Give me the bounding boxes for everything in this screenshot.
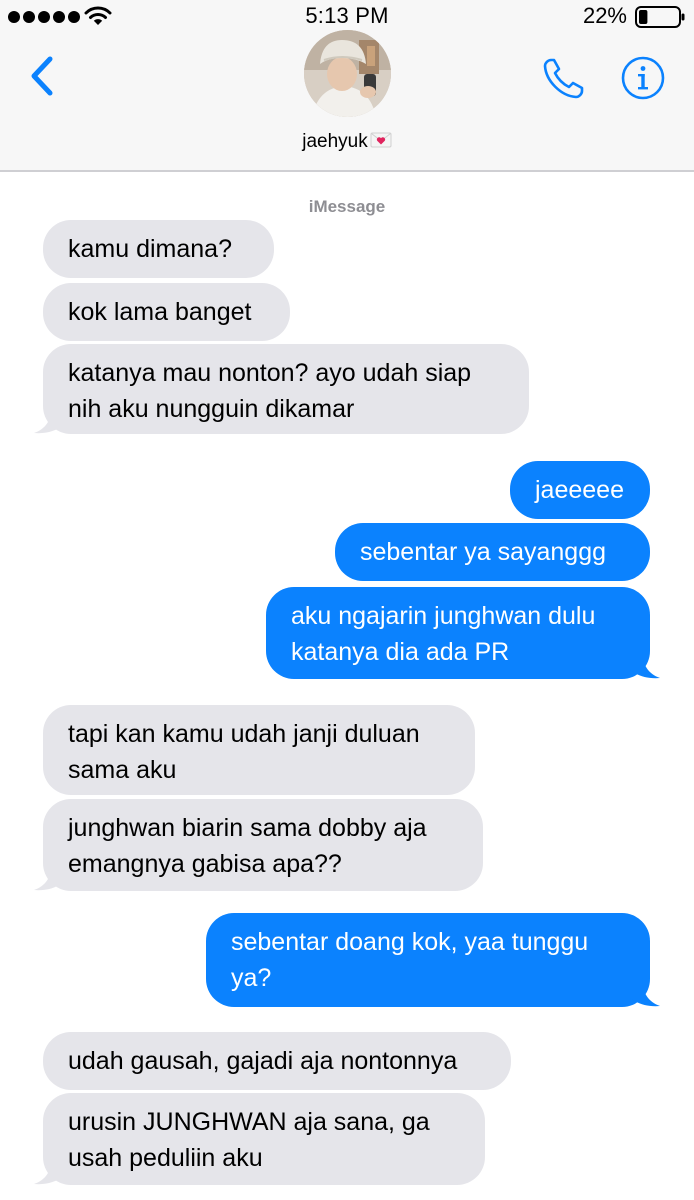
info-button[interactable] — [620, 55, 666, 101]
incoming-bubble-tail — [34, 1156, 64, 1185]
incoming-message-bubble[interactable]: udah gausah, gajadi aja nontonnya — [43, 1032, 511, 1090]
contact-name: jaehyuk — [302, 131, 368, 152]
incoming-message-bubble[interactable]: junghwan biarin sama dobby aja emangnya … — [43, 799, 483, 891]
outgoing-message-bubble[interactable]: sebentar doang kok, yaa tunggu ya? — [206, 913, 650, 1007]
chevron-left-icon — [31, 56, 53, 96]
contact-avatar[interactable] — [304, 30, 391, 117]
contact-name-row[interactable]: jaehyuk — [0, 131, 694, 153]
incoming-message-bubble[interactable]: kok lama banget — [43, 283, 290, 341]
battery-percent: 22% — [582, 3, 627, 28]
conversation-header: 5:13 PM 22% jaehyuk — [0, 0, 694, 172]
back-button[interactable] — [26, 53, 60, 99]
call-button[interactable] — [541, 55, 587, 101]
outgoing-message-bubble[interactable]: jaeeeee — [510, 461, 650, 519]
incoming-message-bubble[interactable]: katanya mau nonton? ayo udah siap nih ak… — [43, 344, 529, 434]
outgoing-bubble-tail — [630, 978, 660, 1007]
phone-icon — [543, 58, 584, 99]
incoming-message-bubble[interactable]: urusin JUNGHWAN aja sana, ga usah peduli… — [43, 1093, 485, 1185]
service-label: iMessage — [308, 197, 386, 216]
incoming-message-bubble[interactable]: tapi kan kamu udah janji duluan sama aku — [43, 705, 475, 795]
battery-icon — [635, 6, 685, 28]
info-icon — [621, 56, 665, 100]
incoming-bubble-tail — [34, 862, 64, 891]
outgoing-message-bubble[interactable]: aku ngajarin junghwan dulu katanya dia a… — [266, 587, 650, 679]
outgoing-bubble-tail — [630, 650, 660, 679]
outgoing-message-bubble[interactable]: sebentar ya sayanggg — [335, 523, 650, 581]
incoming-message-bubble[interactable]: kamu dimana? — [43, 220, 274, 278]
status-bar: 5:13 PM 22% — [0, 0, 694, 34]
heart-letter-icon — [370, 132, 392, 148]
incoming-bubble-tail — [34, 405, 64, 434]
